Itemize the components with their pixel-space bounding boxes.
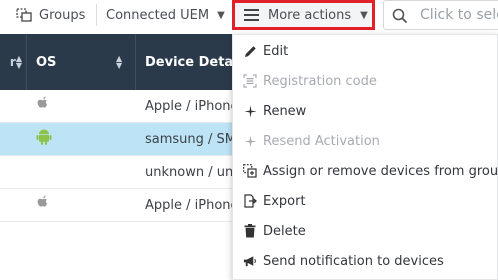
- search-input[interactable]: Click to sele: [383, 0, 498, 30]
- os-cell: [36, 189, 50, 221]
- menu-item-label: Edit: [263, 43, 289, 59]
- menu-item-label: Export: [263, 193, 306, 209]
- barcode-icon: [243, 74, 257, 88]
- sparkle-icon: [243, 134, 257, 148]
- menu-item-label: Send notification to devices: [263, 253, 444, 269]
- groups-icon: [16, 8, 32, 22]
- connected-uem-label: Connected UEM: [106, 7, 210, 23]
- os-header-label: OS: [36, 54, 57, 70]
- menu-item-export[interactable]: Export: [233, 186, 498, 216]
- sparkle-icon: [243, 104, 257, 118]
- device-details-header-label: Device Details: [145, 54, 235, 70]
- column-header-device-details[interactable]: Device Details: [145, 34, 235, 90]
- os-cell: [36, 123, 52, 155]
- sort-icon: ▲ ▼: [116, 54, 123, 70]
- menu-item-renew[interactable]: Renew: [233, 96, 498, 126]
- menu-item-label: Resend Activation: [263, 133, 380, 149]
- column-header-prev[interactable]: r ▲ ▼: [0, 34, 26, 90]
- os-cell: [36, 90, 50, 122]
- more-actions-menu: Edit Registration code Renew Resend Acti…: [232, 34, 498, 280]
- more-actions-label: More actions: [268, 7, 352, 23]
- menu-item-registration-code[interactable]: Registration code: [233, 66, 498, 96]
- group-assign-icon: [243, 164, 257, 178]
- menu-item-label: Renew: [263, 103, 307, 119]
- menu-item-edit[interactable]: Edit: [233, 36, 498, 66]
- pencil-icon: [243, 44, 257, 58]
- more-actions-button[interactable]: More actions ▼: [232, 0, 375, 30]
- search-icon: [392, 8, 408, 24]
- menu-item-label: Delete: [263, 223, 306, 239]
- connected-uem-dropdown[interactable]: Connected UEM ▼: [106, 0, 225, 30]
- device-details-cell: Apple / iPhone: [145, 197, 235, 213]
- chevron-down-icon: ▼: [360, 9, 368, 21]
- sort-icon: ▲ ▼: [15, 54, 22, 70]
- column-divider: [26, 34, 27, 90]
- menu-item-label: Registration code: [263, 73, 377, 89]
- hamburger-icon: [244, 9, 259, 21]
- menu-item-resend-activation[interactable]: Resend Activation: [233, 126, 498, 156]
- apple-icon: [36, 96, 50, 116]
- device-details-cell: unknown / unk: [145, 164, 235, 180]
- chevron-down-icon: ▼: [217, 9, 225, 21]
- menu-item-delete[interactable]: Delete: [233, 216, 498, 246]
- toolbar-divider: [96, 4, 97, 26]
- device-details-cell: Apple / iPhone: [145, 98, 235, 114]
- apple-icon: [36, 195, 50, 215]
- toolbar: Groups Connected UEM ▼ More actions ▼ Cl…: [0, 0, 498, 34]
- menu-item-label: Assign or remove devices from group: [263, 163, 498, 179]
- column-divider: [135, 34, 136, 90]
- search-placeholder: Click to sele: [420, 7, 498, 23]
- android-icon: [36, 128, 52, 150]
- menu-item-assign-group[interactable]: Assign or remove devices from group: [233, 156, 498, 186]
- groups-label: Groups: [39, 7, 86, 23]
- device-details-cell: samsung / SM-: [145, 131, 235, 147]
- column-header-os[interactable]: OS ▲ ▼: [36, 34, 126, 90]
- export-icon: [243, 194, 257, 208]
- menu-item-send-notification[interactable]: Send notification to devices: [233, 246, 498, 276]
- megaphone-icon: [243, 254, 257, 268]
- trash-icon: [243, 224, 257, 238]
- groups-button[interactable]: Groups: [16, 0, 85, 30]
